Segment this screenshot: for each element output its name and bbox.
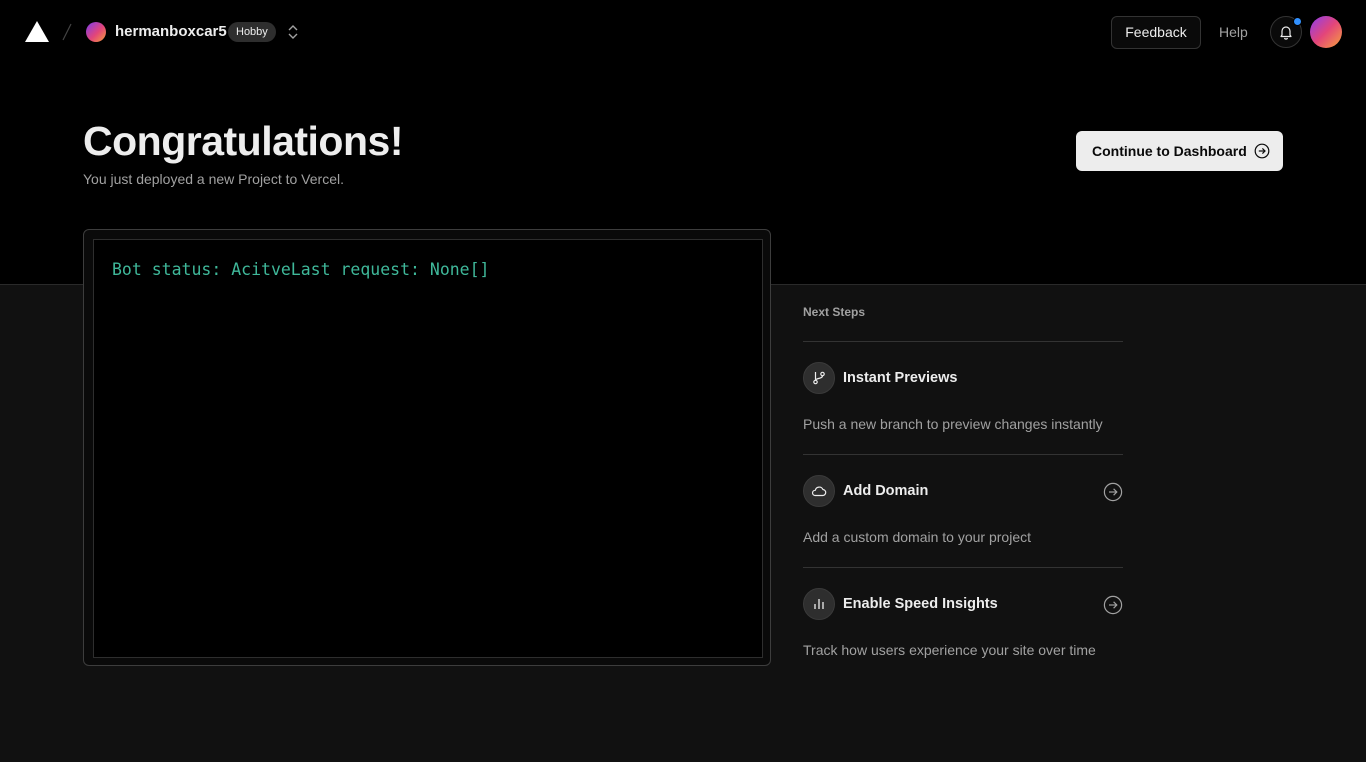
user-avatar[interactable] [1310,16,1342,48]
arrow-right-circle-icon [1254,143,1270,159]
step-description: Push a new branch to preview changes ins… [803,416,1103,432]
step-title: Add Domain [843,483,929,499]
breadcrumb-separator-icon [62,23,72,41]
cloud-icon [811,486,827,497]
step-icon-container [803,475,835,507]
notification-dot [1293,17,1302,26]
vercel-logo-icon[interactable] [24,20,50,44]
next-step-instant-previews[interactable]: Instant Previews Push a new branch to pr… [803,341,1123,454]
step-icon-container [803,362,835,394]
git-branch-icon [813,371,825,385]
page: hermanboxcar5 Hobby Feedback Help Congra… [0,0,1366,762]
page-subtitle: You just deployed a new Project to Verce… [83,171,344,187]
page-title: Congratulations! [83,118,403,164]
step-description: Track how users experience your site ove… [803,642,1096,658]
chevron-up-down-icon[interactable] [285,23,301,41]
bell-icon [1280,26,1292,40]
step-icon-container [803,588,835,620]
plan-badge: Hobby [228,22,276,42]
preview-text: Bot status: AcitveLast request: None[] [112,260,490,279]
continue-button-label: Continue to Dashboard [1092,143,1247,159]
team-name[interactable]: hermanboxcar5 [115,22,227,42]
next-step-add-domain[interactable]: Add Domain Add a custom domain to your p… [803,454,1123,567]
deployment-preview[interactable]: Bot status: AcitveLast request: None[] [83,229,771,666]
next-steps-heading: Next Steps [803,305,866,319]
top-navigation-bar: hermanboxcar5 Hobby Feedback Help [0,0,1366,64]
next-step-enable-speed-insights[interactable]: Enable Speed Insights Track how users ex… [803,567,1123,680]
team-avatar[interactable] [86,22,106,42]
step-title: Instant Previews [843,370,958,386]
continue-to-dashboard-button[interactable]: Continue to Dashboard [1076,131,1283,171]
bar-chart-icon [814,599,824,609]
step-description: Add a custom domain to your project [803,529,1032,545]
step-title: Enable Speed Insights [843,596,998,612]
arrow-right-circle-icon[interactable] [1103,482,1123,502]
arrow-right-circle-icon[interactable] [1103,595,1123,615]
feedback-button[interactable]: Feedback [1111,16,1201,49]
deployment-preview-screenshot: Bot status: AcitveLast request: None[] [93,239,763,658]
help-link[interactable]: Help [1219,16,1248,49]
